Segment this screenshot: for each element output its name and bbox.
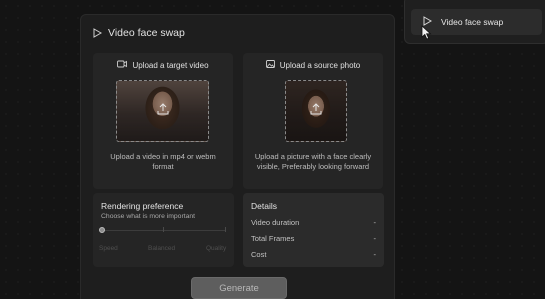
upload-source-photo-card[interactable]: Upload a source photo Upload a picture w… (243, 53, 383, 189)
rendering-title: Rendering preference (101, 201, 184, 211)
upload-target-video-card[interactable]: Upload a target video Upload a video in … (93, 53, 233, 189)
source-photo-thumbnail[interactable] (285, 80, 347, 142)
side-item-label: Video face swap (441, 17, 504, 27)
upload-photo-header: Upload a source photo (243, 60, 383, 70)
detail-row-total-frames: Total Frames - (251, 234, 376, 243)
upload-arrow-icon (310, 102, 322, 120)
rendering-preference-card: Rendering preference Choose what is more… (93, 193, 234, 267)
slider-option-balanced[interactable]: Balanced (148, 245, 175, 252)
panel-title: Video face swap (108, 27, 185, 39)
video-face-swap-panel: Video face swap Upload a target video Up… (80, 14, 395, 299)
upload-video-header: Upload a target video (93, 60, 233, 70)
slider-option-speed[interactable]: Speed (99, 245, 118, 252)
generate-button[interactable]: Generate (191, 277, 287, 299)
target-video-thumbnail[interactable] (116, 80, 209, 142)
slider-option-quality[interactable]: Quality (206, 245, 226, 252)
detail-value: - (373, 234, 377, 243)
details-card: Details Video duration - Total Frames - … (243, 193, 384, 267)
detail-value: - (373, 250, 377, 259)
video-camera-icon (117, 60, 128, 70)
image-icon (265, 60, 275, 70)
detail-value: - (373, 218, 377, 227)
rendering-slider-knob[interactable] (99, 227, 105, 233)
detail-label: Total Frames (251, 234, 295, 243)
mouse-pointer-icon (421, 25, 432, 45)
details-title: Details (251, 201, 277, 211)
slider-tick (225, 227, 226, 232)
play-outline-icon (93, 28, 102, 38)
upload-video-description: Upload a video in mp4 or webm format (110, 152, 216, 171)
rendering-subtitle: Choose what is more important (101, 213, 196, 220)
detail-label: Cost (251, 250, 267, 259)
panel-header: Video face swap (93, 27, 185, 39)
upload-video-label: Upload a target video (132, 60, 209, 70)
slider-tick (163, 227, 164, 232)
detail-row-video-duration: Video duration - (251, 218, 376, 227)
upload-arrow-icon (157, 102, 169, 120)
detail-label: Video duration (251, 218, 300, 227)
detail-row-cost: Cost - (251, 250, 376, 259)
upload-photo-label: Upload a source photo (279, 60, 361, 70)
upload-photo-description: Upload a picture with a face clearly vis… (254, 152, 372, 171)
